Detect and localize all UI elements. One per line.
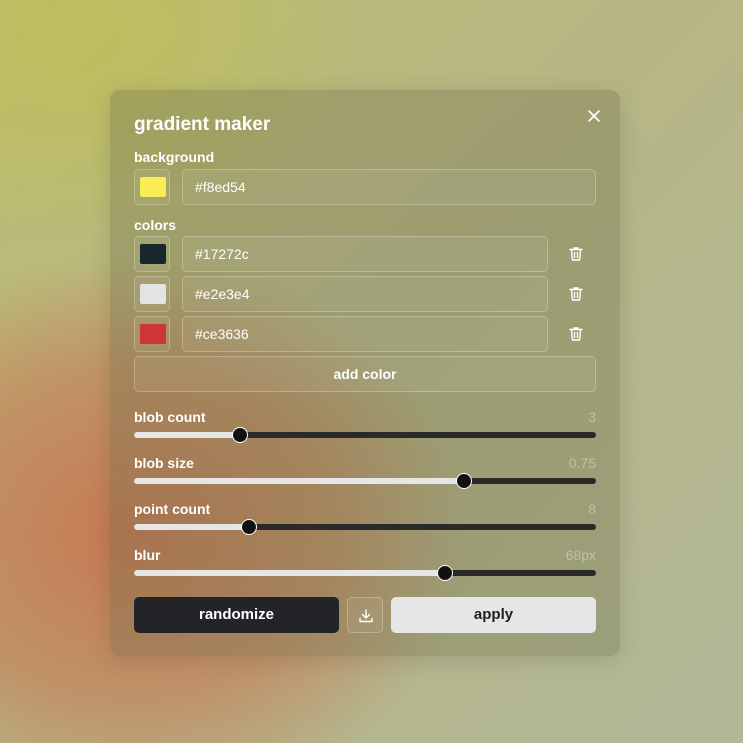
color-hex-input[interactable]: #ce3636 [182,316,548,352]
slider-thumb[interactable] [455,473,472,489]
download-icon [359,609,373,623]
color-swatch[interactable] [134,316,170,352]
blob-size-slider[interactable] [134,473,596,489]
color-row: #17272c [134,236,596,272]
background-hex-input[interactable]: #f8ed54 [182,169,596,205]
download-button[interactable] [347,597,383,633]
slider-thumb[interactable] [240,519,257,535]
slider-fill [134,478,464,484]
randomize-button[interactable]: randomize [134,597,339,633]
blob-count-slider[interactable] [134,427,596,443]
close-icon[interactable] [585,107,603,125]
slider-fill [134,432,241,438]
colors-label: colors [134,217,177,233]
point-count-value: 8 [588,501,596,517]
blob-size-label: blob size [134,455,194,471]
color-swatch[interactable] [134,236,170,272]
blob-size-value: 0.75 [568,455,596,471]
background-row: #f8ed54 [134,169,596,205]
color-swatch[interactable] [134,276,170,312]
color-swatch-fill [140,284,166,304]
add-color-button[interactable]: add color [134,356,596,392]
blur-value: 68px [565,547,596,563]
point-count-slider[interactable] [134,519,596,535]
trash-icon[interactable] [566,284,586,304]
trash-icon[interactable] [566,324,586,344]
slider-fill [134,524,249,530]
gradient-maker-panel: gradient maker background #f8ed54 colors… [110,90,620,656]
blur-slider[interactable] [134,565,596,581]
panel-title: gradient maker [134,114,271,135]
color-hex-input[interactable]: #17272c [182,236,548,272]
color-row: #e2e3e4 [134,276,596,312]
trash-icon[interactable] [566,244,586,264]
blob-count-value: 3 [588,409,596,425]
point-count-label: point count [134,501,211,517]
background-color-swatch[interactable] [134,169,170,205]
background-label: background [134,149,215,165]
color-swatch-fill [140,324,166,344]
apply-button[interactable]: apply [391,597,596,633]
background-swatch-fill [140,177,166,197]
slider-thumb[interactable] [232,427,249,443]
slider-fill [134,570,446,576]
slider-thumb[interactable] [437,565,454,581]
color-row: #ce3636 [134,316,596,352]
blob-count-label: blob count [134,409,206,425]
blur-label: blur [134,547,161,563]
color-hex-input[interactable]: #e2e3e4 [182,276,548,312]
color-swatch-fill [140,244,166,264]
